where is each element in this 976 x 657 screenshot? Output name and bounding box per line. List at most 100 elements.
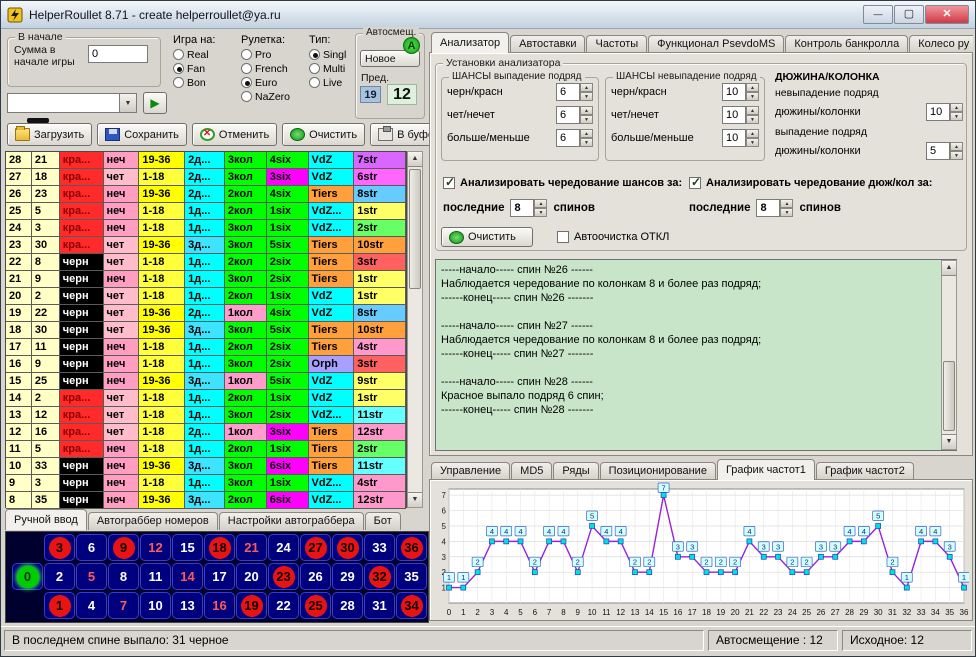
autoclear-checkbox[interactable] bbox=[557, 231, 569, 243]
minimize-button[interactable] bbox=[863, 5, 893, 24]
dozen-notappear-spinner[interactable]: 10 bbox=[926, 103, 963, 121]
board-cell-15[interactable]: 15 bbox=[172, 534, 203, 561]
table-row[interactable]: 1830чернчет19-363д...3кол5sixTiers10str bbox=[6, 322, 406, 339]
board-cell-28[interactable]: 28 bbox=[332, 592, 363, 619]
board-cell-10[interactable]: 10 bbox=[140, 592, 171, 619]
board-cell-3[interactable]: 3 bbox=[44, 534, 75, 561]
table-row[interactable]: 835черннеч19-363д...2кол6sixVdZ...12str bbox=[6, 492, 406, 509]
scrollbar-thumb[interactable] bbox=[943, 361, 955, 431]
table-row[interactable]: 219черннеч1-181д...3кол2sixTiers1str bbox=[6, 271, 406, 288]
scrollbar-thumb[interactable] bbox=[409, 169, 421, 289]
board-cell-16[interactable]: 16 bbox=[204, 592, 235, 619]
board-cell-5[interactable]: 5 bbox=[76, 563, 107, 590]
table-row[interactable]: 2821кра...неч19-362д...3кол4sixVdZ7str bbox=[6, 152, 406, 169]
board-cell-27[interactable]: 27 bbox=[300, 534, 331, 561]
chevron-down-icon[interactable] bbox=[120, 93, 137, 113]
roulette-option-euro[interactable]: Euro bbox=[241, 76, 290, 89]
отменить-button[interactable]: Отменить bbox=[192, 123, 277, 146]
table-row[interactable]: 1711черннеч1-181д...2кол2sixTiers4str bbox=[6, 339, 406, 356]
alternation-dozen-checkbox[interactable] bbox=[689, 177, 701, 189]
titlebar[interactable]: HelperRoullet 8.71 - create helperroulle… bbox=[1, 1, 975, 29]
tab-функционал-psevdoms[interactable]: Функционал PsevdoMS bbox=[648, 35, 784, 53]
alternation-dozen-spinner[interactable]: 8 bbox=[756, 199, 793, 217]
board-cell-32[interactable]: 32 bbox=[364, 563, 395, 590]
table-row[interactable]: 243кра...неч1-181д...3кол1sixVdZ...2str bbox=[6, 220, 406, 237]
type-option-singl[interactable]: Singl bbox=[309, 48, 346, 61]
tab-позиционирование[interactable]: Позиционирование bbox=[600, 462, 716, 480]
table-row[interactable]: 115кра...неч1-181д...2кол1sixTiers2str bbox=[6, 441, 406, 458]
appear-spinner[interactable]: 6 bbox=[556, 129, 593, 147]
board-cell-24[interactable]: 24 bbox=[268, 534, 299, 561]
spinner-down-icon[interactable] bbox=[746, 115, 759, 124]
appear-spinner[interactable]: 6 bbox=[556, 83, 593, 101]
board-cell-11[interactable]: 11 bbox=[140, 563, 171, 590]
game-on-option-real[interactable]: Real bbox=[173, 48, 215, 61]
table-scrollbar[interactable]: ▲ ▼ bbox=[407, 151, 423, 508]
analyzer-log[interactable]: -----начало----- спин №26 ------Наблюдае… bbox=[435, 259, 957, 451]
board-cell-29[interactable]: 29 bbox=[332, 563, 363, 590]
roulette-option-nazero[interactable]: NaZero bbox=[241, 90, 290, 103]
table-row[interactable]: 2330кра...чет19-363д...3кол5sixTiers10st… bbox=[6, 237, 406, 254]
tab-автограббер-номеров[interactable]: Автограббер номеров bbox=[88, 512, 218, 530]
board-cell-14[interactable]: 14 bbox=[172, 563, 203, 590]
notappear-spinner[interactable]: 10 bbox=[722, 83, 759, 101]
spinner-up-icon[interactable] bbox=[580, 83, 593, 92]
table-row[interactable]: 1312кра...чет1-181д...3кол2sixVdZ...11st… bbox=[6, 407, 406, 424]
play-button[interactable]: ▶ bbox=[143, 92, 167, 114]
board-cell-4[interactable]: 4 bbox=[76, 592, 107, 619]
board-cell-26[interactable]: 26 bbox=[300, 563, 331, 590]
combobox-value[interactable] bbox=[7, 93, 120, 113]
spinner-down-icon[interactable] bbox=[746, 138, 759, 147]
scroll-down-icon[interactable]: ▼ bbox=[942, 434, 956, 449]
spinner-up-icon[interactable] bbox=[950, 142, 963, 151]
board-cell-2[interactable]: 2 bbox=[44, 563, 75, 590]
table-row[interactable]: 1033черннеч19-363д...3кол6sixTiers11str bbox=[6, 458, 406, 475]
tab-анализатор[interactable]: Анализатор bbox=[431, 32, 509, 53]
spinner-up-icon[interactable] bbox=[580, 129, 593, 138]
appear-spinner[interactable]: 6 bbox=[556, 106, 593, 124]
log-scrollbar[interactable]: ▲ ▼ bbox=[941, 260, 957, 450]
table-row[interactable]: 1216кра...чет1-182д...1кол3sixTiers12str bbox=[6, 424, 406, 441]
notappear-spinner[interactable]: 10 bbox=[722, 129, 759, 147]
tab-частоты[interactable]: Частоты bbox=[586, 35, 647, 53]
загрузить-button[interactable]: Загрузить bbox=[7, 123, 92, 146]
board-cell-0[interactable]: 0 bbox=[12, 563, 43, 590]
alternation-chances-spinner[interactable]: 8 bbox=[510, 199, 547, 217]
board-cell-21[interactable]: 21 bbox=[236, 534, 267, 561]
board-cell-22[interactable]: 22 bbox=[268, 592, 299, 619]
scroll-down-icon[interactable]: ▼ bbox=[408, 492, 422, 507]
spinner-up-icon[interactable] bbox=[746, 129, 759, 138]
tab-настройки-автограббера[interactable]: Настройки автограббера bbox=[219, 512, 364, 530]
tab-контроль-банкролла[interactable]: Контроль банкролла bbox=[785, 35, 908, 53]
notappear-spinner[interactable]: 10 bbox=[722, 106, 759, 124]
game-on-option-fan[interactable]: Fan bbox=[173, 62, 215, 75]
spinner-down-icon[interactable] bbox=[580, 138, 593, 147]
autoshift-a-badge[interactable]: A bbox=[403, 37, 420, 54]
table-row[interactable]: 2623кра...неч19-362д...2кол4sixTiers8str bbox=[6, 186, 406, 203]
table-row[interactable]: 169черннеч1-181д...3кол2sixOrph3str bbox=[6, 356, 406, 373]
table-row[interactable]: 1922чернчет19-362д...1кол4sixVdZ8str bbox=[6, 305, 406, 322]
сохранить-button[interactable]: Сохранить bbox=[97, 123, 187, 146]
board-cell-25[interactable]: 25 bbox=[300, 592, 331, 619]
tab-график-частот1[interactable]: График частот1 bbox=[717, 459, 815, 480]
game-on-option-bon[interactable]: Bon bbox=[173, 76, 215, 89]
spinner-down-icon[interactable] bbox=[534, 208, 547, 217]
spinner-down-icon[interactable] bbox=[780, 208, 793, 217]
spinner-up-icon[interactable] bbox=[950, 103, 963, 112]
scroll-up-icon[interactable]: ▲ bbox=[408, 152, 422, 167]
board-cell-20[interactable]: 20 bbox=[236, 563, 267, 590]
spinner-down-icon[interactable] bbox=[580, 115, 593, 124]
spinner-down-icon[interactable] bbox=[580, 92, 593, 101]
start-sum-input[interactable]: 0 bbox=[88, 45, 148, 63]
clear-analyzer-button[interactable]: Очистить bbox=[441, 227, 533, 247]
board-cell-7[interactable]: 7 bbox=[108, 592, 139, 619]
board-cell-35[interactable]: 35 bbox=[396, 563, 427, 590]
board-cell-1[interactable]: 1 bbox=[44, 592, 75, 619]
table-row[interactable]: 1525черннеч19-363д...1кол5sixVdZ9str bbox=[6, 373, 406, 390]
spinner-up-icon[interactable] bbox=[746, 83, 759, 92]
spinner-down-icon[interactable] bbox=[746, 92, 759, 101]
roulette-option-french[interactable]: French bbox=[241, 62, 290, 75]
board-cell-9[interactable]: 9 bbox=[108, 534, 139, 561]
board-cell-30[interactable]: 30 bbox=[332, 534, 363, 561]
spinner-up-icon[interactable] bbox=[580, 106, 593, 115]
